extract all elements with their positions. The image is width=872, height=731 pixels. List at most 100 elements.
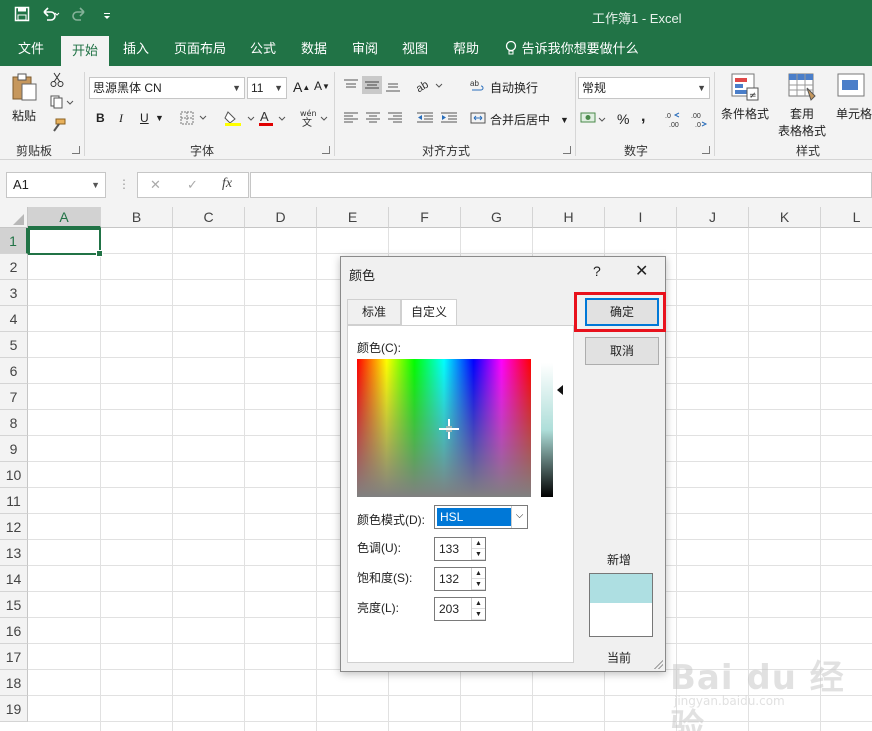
percent-button[interactable]: % [617,111,629,127]
cell-styles-button[interactable]: 单元格 [836,72,872,122]
column-header-j[interactable]: J [677,207,749,228]
align-top-icon[interactable] [343,78,359,92]
row-header-6[interactable]: 6 [0,358,28,384]
stepper-arrows[interactable]: ▲ ▼ [471,598,485,620]
color-crosshair-icon[interactable] [439,419,459,439]
active-cell-a1[interactable] [28,228,103,257]
font-launcher-icon[interactable] [322,146,330,154]
row-header-7[interactable]: 7 [0,384,28,410]
row-header-10[interactable]: 10 [0,462,28,488]
spin-down-icon[interactable]: ▼ [472,549,485,560]
tab-standard[interactable]: 标准 [347,299,401,325]
increase-indent-icon[interactable] [440,111,458,125]
row-header-3[interactable]: 3 [0,280,28,306]
paste-button[interactable]: 粘贴 [10,72,38,124]
clipboard-launcher-icon[interactable] [72,146,80,154]
column-header-a[interactable]: A [28,207,101,228]
row-header-4[interactable]: 4 [0,306,28,332]
column-header-d[interactable]: D [245,207,317,228]
wrap-text-button[interactable]: ab 自动换行 [470,78,538,97]
luminance-stepper[interactable]: 203 ▲ ▼ [434,597,486,621]
column-header-e[interactable]: E [317,207,389,228]
font-size-combo[interactable]: 11 ▼ [247,77,287,99]
comma-button[interactable]: , [641,108,645,126]
align-middle-icon[interactable] [362,76,382,94]
conditional-format-button[interactable]: ≠ 条件格式 [720,72,770,122]
tab-file[interactable]: 文件 [18,32,44,66]
undo-icon[interactable] [40,6,60,25]
save-icon[interactable] [14,6,30,25]
spin-down-icon[interactable]: ▼ [472,579,485,590]
luminance-slider[interactable] [541,363,553,497]
row-header-17[interactable]: 17 [0,644,28,670]
row-header-8[interactable]: 8 [0,410,28,436]
formula-input[interactable] [250,172,872,198]
select-all-corner[interactable] [0,207,28,228]
row-header-12[interactable]: 12 [0,514,28,540]
cut-icon[interactable] [50,72,64,88]
column-header-k[interactable]: K [749,207,821,228]
accounting-format-icon[interactable] [580,110,608,128]
column-header-l[interactable]: L [821,207,872,228]
stepper-arrows[interactable]: ▲ ▼ [471,538,485,560]
italic-button[interactable]: I [119,111,123,126]
resize-grip-icon[interactable] [653,659,663,669]
row-header-5[interactable]: 5 [0,332,28,358]
tell-me-search[interactable]: 告诉我你想要做什么 [504,32,639,66]
stepper-arrows[interactable]: ▲ ▼ [471,568,485,590]
column-header-h[interactable]: H [533,207,605,228]
name-box[interactable]: A1 ▼ [6,172,106,198]
shrink-font-icon[interactable]: A ▼ [314,79,330,93]
row-header-15[interactable]: 15 [0,592,28,618]
tab-custom[interactable]: 自定义 [401,299,457,327]
tab-review[interactable]: 审阅 [352,32,378,66]
cancel-entry-icon[interactable]: ✕ [150,177,161,193]
spin-up-icon[interactable]: ▲ [472,598,485,609]
increase-decimal-icon[interactable]: .0.00 [665,110,683,128]
tab-data[interactable]: 数据 [301,32,327,66]
tab-page-layout[interactable]: 页面布局 [174,32,226,66]
insert-function-icon[interactable]: fx [222,176,232,192]
luminance-slider-arrow-icon[interactable] [557,385,563,395]
help-button[interactable]: ? [593,263,601,279]
tab-formulas[interactable]: 公式 [250,32,276,66]
align-right-icon[interactable] [387,111,403,125]
fill-color-icon[interactable] [224,109,258,127]
align-left-icon[interactable] [343,111,359,125]
tab-help[interactable]: 帮助 [453,32,479,66]
tab-insert[interactable]: 插入 [123,32,149,66]
column-header-b[interactable]: B [101,207,173,228]
spin-up-icon[interactable]: ▲ [472,568,485,579]
borders-icon[interactable] [180,111,208,125]
decrease-indent-icon[interactable] [416,111,434,125]
align-bottom-icon[interactable] [385,78,401,92]
row-header-1[interactable]: 1 [0,228,28,254]
alignment-launcher-icon[interactable] [563,146,571,154]
number-launcher-icon[interactable] [702,146,710,154]
underline-button[interactable]: U [140,111,149,125]
column-header-f[interactable]: F [389,207,461,228]
hue-stepper[interactable]: 133 ▲ ▼ [434,537,486,561]
color-mode-select[interactable]: HSL ⌵ [434,505,528,529]
row-header-18[interactable]: 18 [0,670,28,696]
row-header-13[interactable]: 13 [0,540,28,566]
row-header-14[interactable]: 14 [0,566,28,592]
spin-down-icon[interactable]: ▼ [472,609,485,620]
orientation-icon[interactable]: ab [416,76,446,94]
format-painter-icon[interactable] [50,118,66,132]
phonetic-icon[interactable]: wén 文 [298,108,330,128]
grow-font-icon[interactable]: A ▲ [293,79,310,95]
close-icon[interactable]: ✕ [635,261,648,281]
font-color-icon[interactable]: A [258,109,290,127]
confirm-entry-icon[interactable]: ✓ [187,177,198,193]
cancel-button[interactable]: 取消 [585,337,659,365]
tab-view[interactable]: 视图 [402,32,428,66]
merge-center-button[interactable]: 合并后居中 ▼ [470,110,569,129]
spin-up-icon[interactable]: ▲ [472,538,485,549]
row-header-19[interactable]: 19 [0,696,28,722]
row-header-9[interactable]: 9 [0,436,28,462]
row-header-2[interactable]: 2 [0,254,28,280]
number-format-combo[interactable]: 常规 ▼ [578,77,710,99]
column-header-i[interactable]: I [605,207,677,228]
align-center-icon[interactable] [365,111,381,125]
